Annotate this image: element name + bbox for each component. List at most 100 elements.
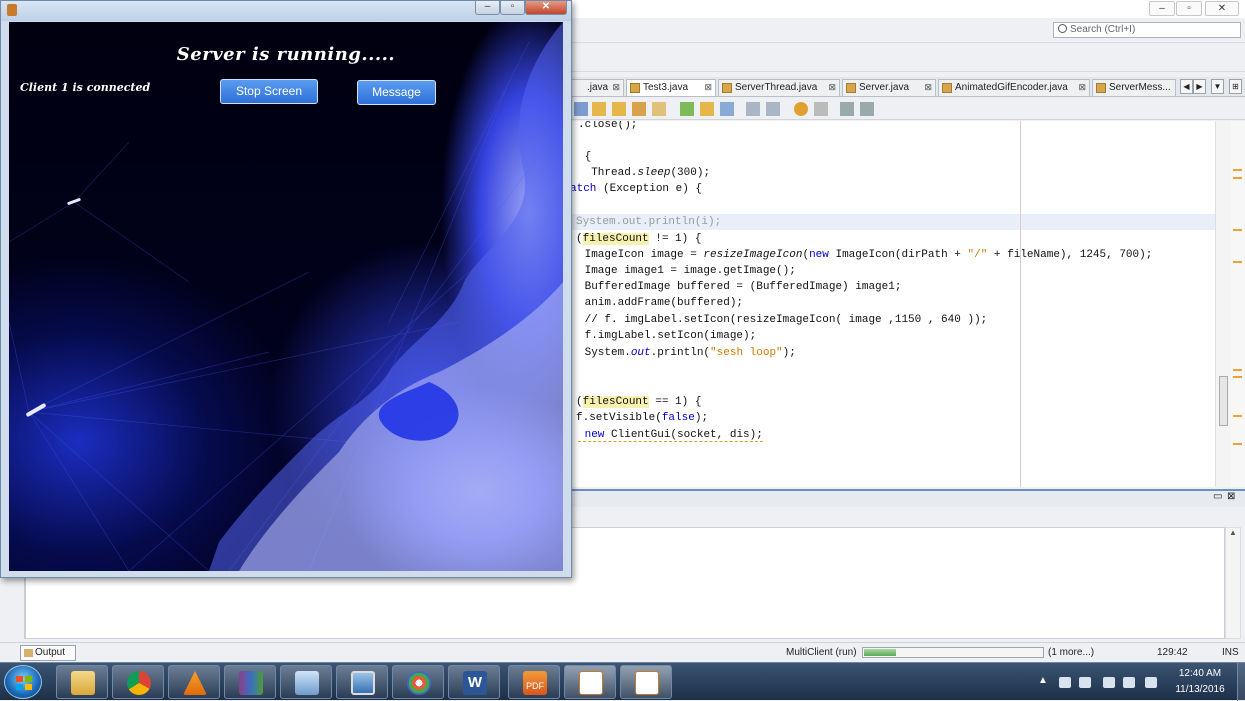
taskbar-chrome[interactable] — [112, 665, 164, 699]
taskbar-java-server[interactable] — [564, 665, 616, 699]
tab-close-icon[interactable]: ⊠ — [828, 80, 836, 95]
code-editor[interactable]: .close(); { Thread.sleep(300); atch (Exc… — [570, 121, 1215, 487]
close-button[interactable]: ✕ — [1205, 1, 1239, 16]
taskbar-winrar[interactable] — [224, 665, 276, 699]
taskbar-pdf[interactable]: PDF — [508, 665, 560, 699]
taskbar-file-explorer[interactable] — [56, 665, 108, 699]
client-connection-status: Client 1 is connected — [20, 81, 151, 94]
taskbar-vlc[interactable] — [168, 665, 220, 699]
wifi-signal-icon[interactable] — [1145, 677, 1157, 688]
find-previous-icon[interactable] — [592, 102, 606, 116]
maximize-button[interactable]: ▫ — [1176, 1, 1202, 16]
run-progress-bar — [862, 647, 1044, 658]
paint-icon — [407, 671, 431, 695]
caret-position: 129:42 — [1157, 647, 1188, 658]
scrollbar-thumb[interactable] — [1219, 376, 1228, 426]
output-tab[interactable]: Output — [20, 645, 76, 661]
taskbar-photo-viewer[interactable] — [336, 665, 388, 699]
clock-date[interactable]: 11/13/2016 — [1170, 684, 1230, 695]
stop-macro-icon[interactable] — [814, 102, 828, 116]
uncomment-icon[interactable] — [860, 102, 874, 116]
shift-left-icon[interactable] — [746, 102, 760, 116]
taskbar-virtualbox[interactable] — [280, 665, 332, 699]
code-line: (filesCount != 1) { — [576, 233, 702, 245]
right-margin-line — [1020, 121, 1021, 487]
vlc-icon — [183, 671, 207, 695]
output-icon — [24, 649, 33, 657]
shift-right-icon[interactable] — [766, 102, 780, 116]
tab-test3[interactable]: Test3.java ⊠ — [626, 79, 716, 96]
run-status-label: MultiClient (run) — [786, 647, 857, 658]
tab-close-icon[interactable]: ⊠ — [924, 80, 932, 95]
minimize-button[interactable]: – — [475, 1, 500, 15]
maximize-editor-icon[interactable]: ⊞ — [1229, 79, 1242, 94]
start-button[interactable] — [4, 665, 42, 699]
pdf-icon: PDF — [523, 671, 547, 695]
stop-screen-button[interactable]: Stop Screen — [220, 79, 318, 104]
clock-time[interactable]: 12:40 AM — [1170, 668, 1230, 679]
code-line: f.setVisible(false); — [576, 412, 709, 424]
tab-server[interactable]: Server.java ⊠ — [842, 79, 936, 96]
tab-scroll-left-icon[interactable]: ◀ — [1180, 79, 1193, 94]
taskbar-java-client[interactable] — [620, 665, 672, 699]
tab-close-icon[interactable]: ⊠ — [1078, 80, 1086, 95]
search-icon — [1058, 24, 1067, 33]
code-line: Thread.sleep(300); — [578, 167, 711, 179]
code-line-current: System.out.println(i); — [570, 214, 1215, 230]
next-bookmark-icon[interactable] — [700, 102, 714, 116]
find-icon[interactable] — [574, 102, 588, 116]
taskbar-word[interactable]: W — [448, 665, 500, 699]
editor-toolbar — [570, 98, 1245, 120]
show-desktop-button[interactable] — [1237, 663, 1245, 701]
search-input[interactable]: Search (Ctrl+I) — [1053, 22, 1241, 38]
more-tasks-link[interactable]: (1 more...) — [1048, 647, 1094, 658]
previous-bookmark-icon[interactable] — [680, 102, 694, 116]
volume-icon[interactable] — [1103, 677, 1115, 688]
editor-scrollbar[interactable] — [1215, 121, 1231, 487]
toggle-bookmark-icon[interactable] — [720, 102, 734, 116]
screen-share-view: Server is running..... Client 1 is conne… — [9, 22, 563, 571]
code-line: { — [578, 151, 592, 163]
ide-titlebar: – ▫ ✕ — [570, 0, 1245, 18]
tab-animatedgifencoder[interactable]: AnimatedGifEncoder.java ⊠ — [938, 79, 1090, 96]
taskbar-paint[interactable] — [392, 665, 444, 699]
output-scrollbar[interactable]: ▲ — [1225, 527, 1241, 639]
close-button[interactable]: ✕ — [525, 1, 567, 15]
server-window: – ▫ ✕ Server is running..... Client 1 is… — [0, 0, 572, 578]
file-explorer-icon — [71, 671, 95, 695]
tab-list-dropdown-icon[interactable]: ▼ — [1211, 79, 1224, 94]
server-window-titlebar[interactable]: – ▫ ✕ — [1, 1, 571, 21]
error-stripe — [1231, 121, 1245, 487]
server-status-title: Server is running..... — [176, 44, 396, 65]
chrome-icon — [127, 671, 151, 695]
code-line: BufferedImage buffered = (BufferedImage)… — [578, 281, 902, 293]
tab-close-icon[interactable]: ⊠ — [612, 80, 620, 95]
tab-serverthread[interactable]: ServerThread.java ⊠ — [718, 79, 840, 96]
action-center-icon[interactable] — [1123, 677, 1135, 688]
tab-servermessage[interactable]: ServerMess... — [1092, 79, 1176, 96]
maximize-panel-icon[interactable]: ⊠ — [1227, 491, 1235, 502]
message-button[interactable]: Message — [357, 80, 436, 105]
network-adapter-icon[interactable] — [1059, 677, 1071, 688]
editor-tab-bar: .java ⊠ Test3.java ⊠ ServerThread.java ⊠ Se… — [570, 77, 1245, 97]
minimize-panel-icon[interactable]: ▭ — [1213, 491, 1222, 502]
power-icon[interactable] — [1079, 677, 1091, 688]
java-file-icon — [630, 83, 640, 93]
comment-icon[interactable] — [840, 102, 854, 116]
java-file-icon — [942, 83, 952, 93]
start-macro-icon[interactable] — [794, 102, 808, 116]
tab-scroll-right-icon[interactable]: ▶ — [1193, 79, 1206, 94]
virtualbox-icon — [295, 671, 319, 695]
show-hidden-icons-icon[interactable]: ▲ — [1038, 675, 1048, 686]
maximize-button[interactable]: ▫ — [500, 1, 525, 15]
toggle-highlight-icon[interactable] — [632, 102, 646, 116]
java-file-icon — [1096, 83, 1106, 93]
code-line: System.out.println("sesh loop"); — [578, 347, 796, 359]
find-next-icon[interactable] — [612, 102, 626, 116]
toggle-selection-icon[interactable] — [652, 102, 666, 116]
code-line: anim.addFrame(buffered); — [578, 297, 744, 309]
minimize-button[interactable]: – — [1149, 1, 1175, 16]
tab-close-icon[interactable]: ⊠ — [704, 80, 712, 95]
java-icon — [579, 671, 603, 695]
tab-java[interactable]: .java ⊠ — [570, 79, 624, 96]
